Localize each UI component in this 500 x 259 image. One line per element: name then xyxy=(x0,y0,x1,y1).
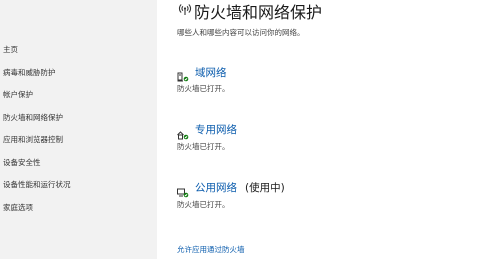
public-network-icon xyxy=(177,183,189,198)
public-network-in-use-label: (使用中) xyxy=(245,182,285,194)
domain-network-status: 防火墙已打开。 xyxy=(177,84,230,93)
sidebar-item-family-options[interactable]: 家庭选项 xyxy=(3,202,33,213)
wifi-antenna-icon xyxy=(177,1,193,17)
sidebar-item-device-security[interactable]: 设备安全性 xyxy=(3,157,41,168)
private-network-status: 防火墙已打开。 xyxy=(177,142,230,151)
sidebar-item-home[interactable]: 主页 xyxy=(3,44,18,55)
domain-network-icon xyxy=(177,67,189,82)
main-content: 防火墙和网络保护 哪些人和哪些内容可以访问你的网络。 域网络 防火墙已打开。 专… xyxy=(157,0,500,259)
sidebar-item-virus-protection[interactable]: 病毒和威胁防护 xyxy=(3,67,56,78)
allow-app-through-firewall-link[interactable]: 允许应用通过防火墙 xyxy=(177,244,245,255)
public-network-status: 防火墙已打开。 xyxy=(177,200,230,209)
page-title: 防火墙和网络保护 xyxy=(194,3,323,22)
sidebar: 主页 病毒和威胁防护 帐户保护 防火墙和网络保护 应用和浏览器控制 设备安全性 … xyxy=(0,0,157,259)
sidebar-item-account-protection[interactable]: 帐户保护 xyxy=(3,89,33,100)
private-network-link[interactable]: 专用网络 xyxy=(195,122,237,137)
private-network-icon xyxy=(177,125,189,140)
public-network-link[interactable]: 公用网络 xyxy=(195,180,237,195)
sidebar-item-device-performance[interactable]: 设备性能和运行状况 xyxy=(3,179,71,190)
page-subtitle: 哪些人和哪些内容可以访问你的网络。 xyxy=(177,28,305,37)
sidebar-item-firewall[interactable]: 防火墙和网络保护 xyxy=(3,112,63,123)
domain-network-link[interactable]: 域网络 xyxy=(195,65,227,80)
sidebar-item-app-browser-control[interactable]: 应用和浏览器控制 xyxy=(3,134,63,145)
